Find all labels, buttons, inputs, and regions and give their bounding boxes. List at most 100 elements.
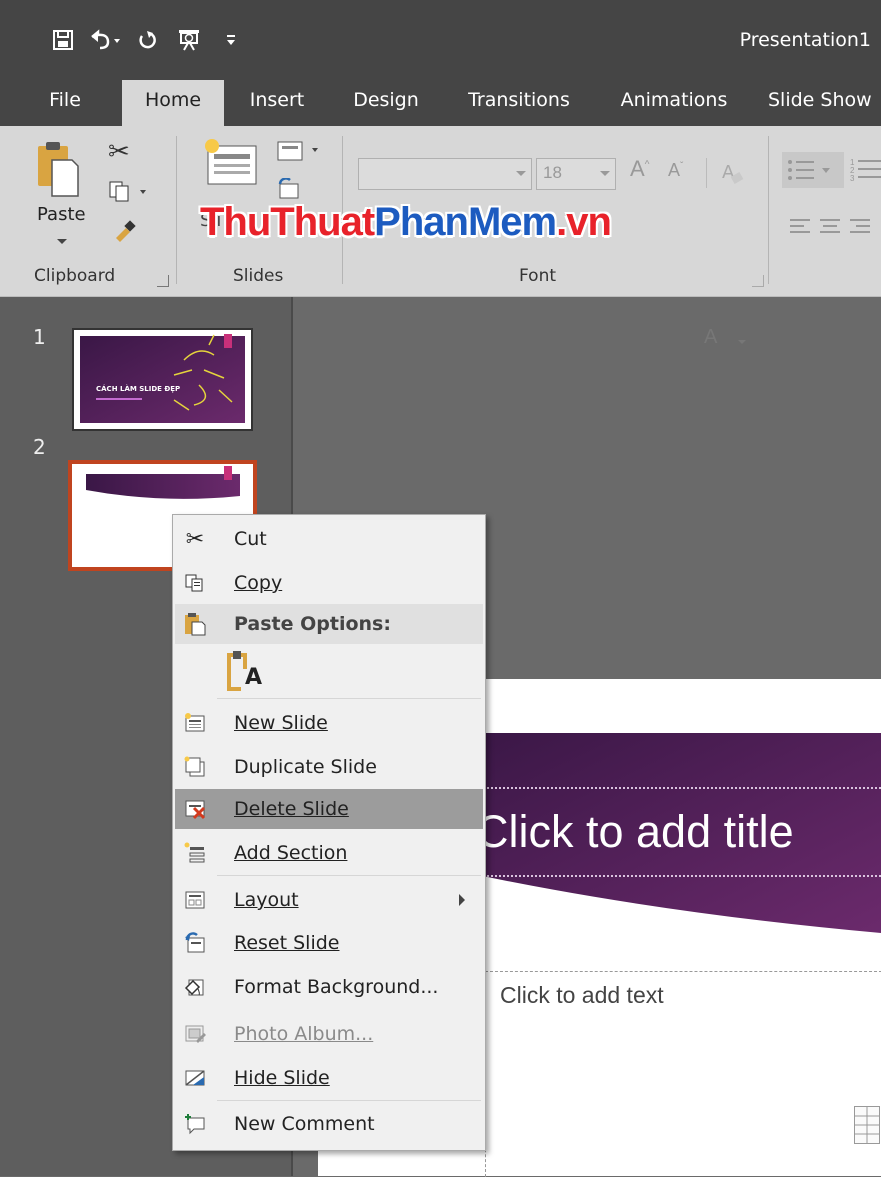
font-color-icon[interactable]: A <box>704 326 717 349</box>
new-slide-big-icon[interactable] <box>202 136 260 193</box>
customize-qat-icon[interactable] <box>210 22 252 58</box>
svg-text:3: 3 <box>850 174 855 183</box>
group-separator <box>768 136 769 284</box>
layout-icon[interactable] <box>276 140 324 167</box>
menu-item-label: Delete Slide <box>234 798 349 820</box>
menu-item-layout[interactable]: Layout <box>175 880 483 920</box>
align-right-icon[interactable] <box>848 216 872 241</box>
menu-item-format-background[interactable]: Format Background... <box>175 967 483 1007</box>
align-center-icon[interactable] <box>818 216 842 241</box>
menu-item-label: Add Section <box>234 842 348 864</box>
copy-icon <box>183 571 207 595</box>
copy-icon[interactable] <box>108 180 148 209</box>
submenu-arrow-icon <box>459 894 465 906</box>
menu-separator <box>217 1100 481 1101</box>
new-slide-icon <box>183 711 207 735</box>
document-title: Presentation1 <box>739 29 871 51</box>
title-placeholder-text: Click to add title <box>476 806 794 857</box>
format-painter-icon[interactable] <box>112 218 138 247</box>
save-icon[interactable] <box>42 22 84 58</box>
title-placeholder[interactable]: Click to add title <box>476 787 881 877</box>
slides-group-label: Slides <box>233 266 284 286</box>
menu-item-label: Photo Album... <box>234 1023 374 1045</box>
decrease-font-size-icon[interactable]: Aˇ <box>668 160 683 181</box>
menu-item-copy[interactable]: Copy <box>175 563 483 603</box>
menu-item-label: Format Background... <box>234 976 439 998</box>
menu-item-reset-slide[interactable]: Reset Slide <box>175 923 483 963</box>
menu-header-paste-options: Paste Options: <box>175 604 483 644</box>
menu-separator <box>217 875 481 876</box>
bullets-icon[interactable] <box>782 152 844 188</box>
clipboard-dialog-launcher-icon[interactable] <box>157 275 169 287</box>
cut-icon[interactable]: ✂ <box>108 136 130 167</box>
font-divider <box>706 158 707 188</box>
insert-table-icon[interactable] <box>854 1106 880 1144</box>
menu-item-label: New Slide <box>234 712 328 734</box>
content-placeholder[interactable]: Click to add text <box>485 971 881 1177</box>
paste-option-label: A <box>245 665 263 690</box>
thumbnail-number: 1 <box>33 325 46 349</box>
tab-animations[interactable]: Animations <box>608 80 740 126</box>
font-dialog-launcher-icon[interactable] <box>752 275 764 287</box>
tab-file[interactable]: File <box>40 80 90 126</box>
menu-item-label: Duplicate Slide <box>234 756 377 778</box>
duplicate-slide-icon <box>183 755 207 779</box>
hide-slide-icon <box>183 1066 207 1090</box>
font-group-label: Font <box>519 266 557 286</box>
paste-button[interactable]: Paste <box>37 204 86 225</box>
menu-item-label: Reset Slide <box>234 932 340 954</box>
layout-icon <box>183 888 207 912</box>
slide-thumbnail-1[interactable]: CÁCH LÀM SLIDE ĐẸP <box>72 328 253 431</box>
tab-home[interactable]: Home <box>122 80 224 126</box>
menu-separator <box>217 698 481 699</box>
menu-item-add-section[interactable]: Add Section <box>175 833 483 873</box>
menu-item-label: Hide Slide <box>234 1067 330 1089</box>
add-section-icon <box>183 841 207 865</box>
svg-text:CÁCH LÀM SLIDE ĐẸP: CÁCH LÀM SLIDE ĐẸP <box>96 384 180 393</box>
undo-icon[interactable] <box>84 22 126 58</box>
menu-item-photo-album: Photo Album... <box>175 1014 483 1054</box>
menu-item-new-slide[interactable]: New Slide <box>175 703 483 743</box>
menu-item-label: Cut <box>234 528 267 550</box>
numbering-icon[interactable]: 123 <box>848 152 881 193</box>
menu-item-new-comment[interactable]: New Comment <box>175 1104 483 1144</box>
delete-slide-icon <box>183 797 207 821</box>
font-size-combo[interactable]: 18 <box>536 158 616 190</box>
paste-dropdown-arrow[interactable] <box>57 239 67 244</box>
format-background-icon <box>183 975 207 999</box>
slide-1-preview: CÁCH LÀM SLIDE ĐẸP <box>80 334 245 423</box>
title-bar: Presentation1 <box>0 0 881 80</box>
tab-insert[interactable]: Insert <box>240 80 314 126</box>
font-size-value: 18 <box>543 163 562 182</box>
menu-item-delete-slide[interactable]: Delete Slide <box>175 789 483 829</box>
thumbnail-number: 2 <box>33 435 46 459</box>
tab-transitions[interactable]: Transitions <box>456 80 582 126</box>
menu-item-label: Layout <box>234 889 299 911</box>
context-menu: ✂ Cut Copy Paste Options: A New Slide Du… <box>172 514 486 1151</box>
reset-slide-icon <box>183 931 207 955</box>
menu-item-cut[interactable]: ✂ Cut <box>175 519 483 559</box>
increase-font-size-icon[interactable]: A^ <box>630 156 649 182</box>
start-from-beginning-icon[interactable] <box>168 22 210 58</box>
tab-slide-show[interactable]: Slide Show <box>768 80 881 126</box>
menu-item-label: Copy <box>234 572 283 594</box>
group-separator <box>176 136 177 284</box>
scissors-icon: ✂ <box>185 526 205 552</box>
paste-keep-text-only-button[interactable]: A <box>225 649 265 693</box>
photo-album-icon <box>183 1022 207 1046</box>
align-left-icon[interactable] <box>788 216 812 241</box>
clear-formatting-icon[interactable]: A <box>720 160 746 191</box>
tab-design[interactable]: Design <box>344 80 428 126</box>
watermark-logo: ThuThuatPhanMem.vn <box>200 200 612 244</box>
ribbon-tabs: File Home Insert Design Transitions Anim… <box>0 80 881 126</box>
clipboard-group-label: Clipboard <box>34 266 116 286</box>
menu-item-duplicate-slide[interactable]: Duplicate Slide <box>175 747 483 787</box>
new-comment-icon <box>183 1112 207 1136</box>
font-name-combo[interactable] <box>358 158 532 190</box>
paste-big-icon[interactable] <box>36 140 79 197</box>
menu-item-hide-slide[interactable]: Hide Slide <box>175 1058 483 1098</box>
redo-icon[interactable] <box>126 22 168 58</box>
quick-access-toolbar <box>42 22 252 58</box>
font-color-arrow[interactable] <box>738 340 746 344</box>
paste-icon <box>183 612 207 636</box>
